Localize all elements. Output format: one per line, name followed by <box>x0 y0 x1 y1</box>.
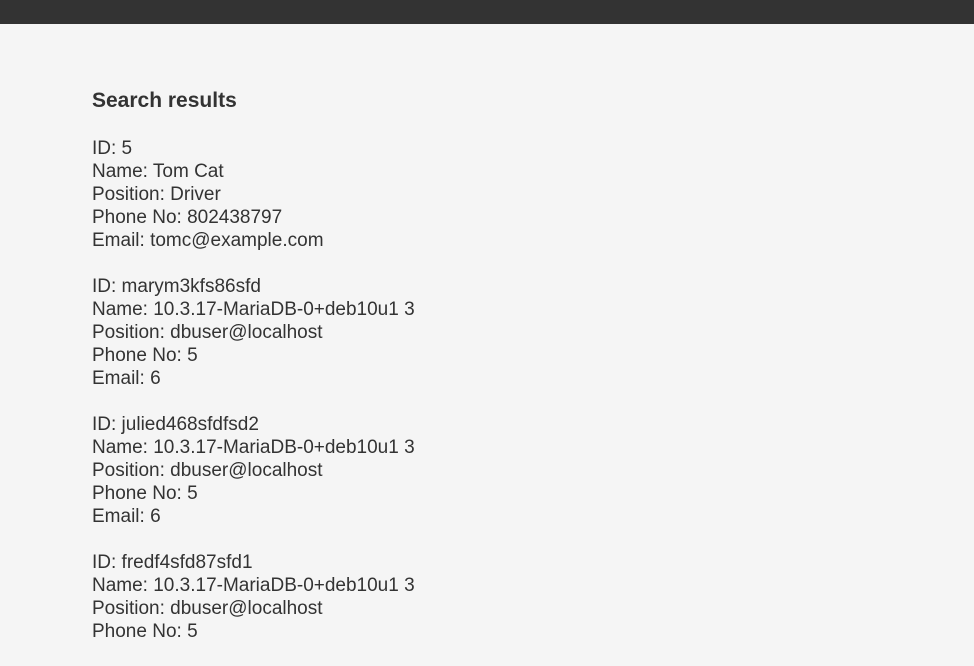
record-phone: Phone No: 5 <box>92 345 198 366</box>
result-record: ID: 5 Name: Tom Cat Position: Driver Pho… <box>92 137 892 252</box>
record-position: Position: dbuser@localhost <box>92 322 323 343</box>
record-email: Email: 6 <box>92 506 161 527</box>
record-position: Position: dbuser@localhost <box>92 598 323 619</box>
top-bar <box>0 0 974 24</box>
record-name: Name: 10.3.17-MariaDB-0+deb10u1 3 <box>92 299 415 320</box>
record-email: Email: 6 <box>92 368 161 389</box>
record-id: ID: fredf4sfd87sfd1 <box>92 552 253 573</box>
page-title: Search results <box>92 89 237 112</box>
record-position: Position: Driver <box>92 184 221 205</box>
record-id: ID: julied468sfdfsd2 <box>92 414 259 435</box>
record-phone: Phone No: 802438797 <box>92 207 283 228</box>
result-record: ID: marym3kfs86sfd Name: 10.3.17-MariaDB… <box>92 275 892 390</box>
result-record: ID: julied468sfdfsd2 Name: 10.3.17-Maria… <box>92 413 892 528</box>
record-phone: Phone No: 5 <box>92 483 198 504</box>
record-name: Name: 10.3.17-MariaDB-0+deb10u1 3 <box>92 575 415 596</box>
record-name: Name: 10.3.17-MariaDB-0+deb10u1 3 <box>92 437 415 458</box>
record-email: Email: tomc@example.com <box>92 230 324 251</box>
search-results-list: ID: 5 Name: Tom Cat Position: Driver Pho… <box>92 137 892 643</box>
record-id: ID: 5 <box>92 138 133 159</box>
record-id: ID: marym3kfs86sfd <box>92 276 261 297</box>
result-record: ID: fredf4sfd87sfd1 Name: 10.3.17-MariaD… <box>92 551 892 643</box>
record-phone: Phone No: 5 <box>92 621 198 642</box>
record-position: Position: dbuser@localhost <box>92 460 323 481</box>
record-name: Name: Tom Cat <box>92 161 224 182</box>
main-content: Search results ID: 5 Name: Tom Cat Posit… <box>92 88 892 666</box>
